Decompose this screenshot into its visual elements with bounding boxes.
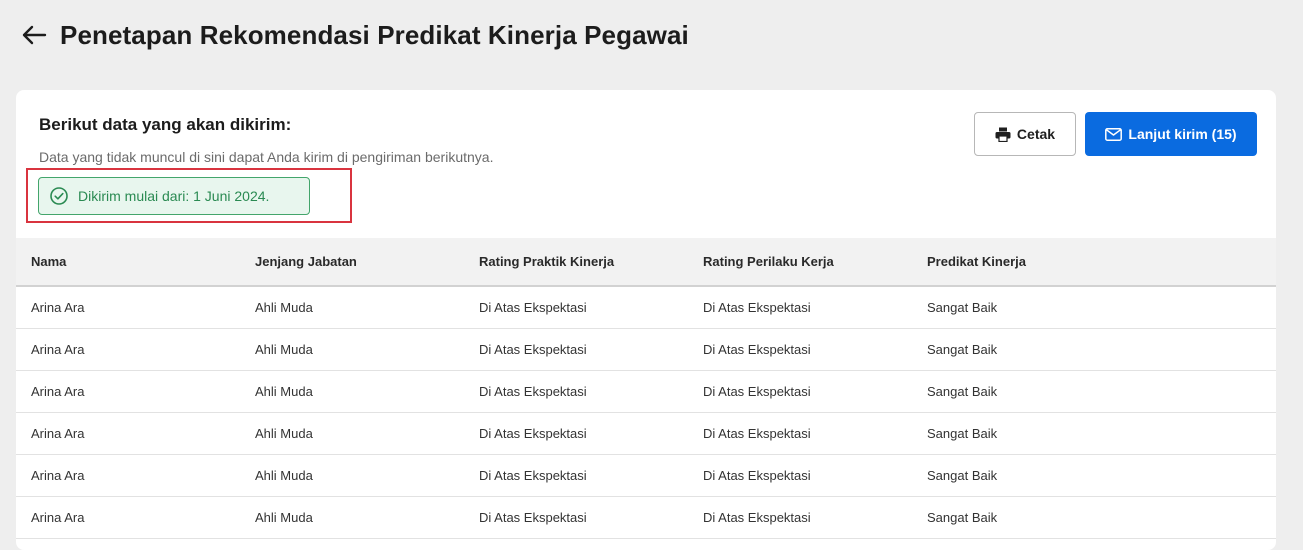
page-header: Penetapan Rekomendasi Predikat Kinerja P… — [20, 18, 689, 52]
print-button-label: Cetak — [1016, 126, 1056, 142]
column-header-nama: Nama — [16, 238, 240, 287]
cell-nama: Arina Ara — [16, 496, 240, 539]
table-row: Arina Ara Ahli Muda Di Atas Ekspektasi D… — [16, 454, 1276, 497]
cell-rating-praktik: Di Atas Ekspektasi — [464, 496, 688, 539]
cell-jenjang-jabatan: Ahli Muda — [240, 454, 464, 497]
cell-rating-praktik: Di Atas Ekspektasi — [464, 370, 688, 413]
back-button[interactable] — [20, 21, 48, 49]
check-circle-icon — [49, 186, 69, 206]
send-button[interactable]: Lanjut kirim (15) — [1085, 112, 1257, 156]
column-header-rating-praktik-kinerja: Rating Praktik Kinerja — [464, 238, 688, 287]
column-header-rating-perilaku-kerja: Rating Perilaku Kerja — [688, 238, 912, 287]
cell-nama: Arina Ara — [16, 412, 240, 455]
cell-predikat: Sangat Baik — [912, 496, 1276, 539]
cell-predikat: Sangat Baik — [912, 454, 1276, 497]
cell-rating-perilaku: Di Atas Ekspektasi — [688, 370, 912, 413]
cell-rating-praktik: Di Atas Ekspektasi — [464, 328, 688, 371]
cell-nama: Arina Ara — [16, 328, 240, 371]
cell-jenjang-jabatan: Ahli Muda — [240, 370, 464, 413]
print-button[interactable]: Cetak — [974, 112, 1076, 156]
table-header-row: Nama Jenjang Jabatan Rating Praktik Kine… — [16, 238, 1276, 287]
send-button-label: Lanjut kirim (15) — [1128, 126, 1237, 142]
cell-predikat: Sangat Baik — [912, 370, 1276, 413]
table-row: Arina Ara Ahli Muda Di Atas Ekspektasi D… — [16, 412, 1276, 455]
info-subtitle: Data yang tidak muncul di sini dapat And… — [39, 149, 494, 165]
table-row: Arina Ara Ahli Muda Di Atas Ekspektasi D… — [16, 328, 1276, 371]
info-title: Berikut data yang akan dikirim: — [39, 115, 292, 134]
cell-rating-perilaku: Di Atas Ekspektasi — [688, 454, 912, 497]
column-header-jenjang-jabatan: Jenjang Jabatan — [240, 238, 464, 287]
send-date-badge: Dikirim mulai dari: 1 Juni 2024. — [38, 177, 310, 215]
data-card: Berikut data yang akan dikirim: Data yan… — [16, 90, 1276, 550]
cell-rating-praktik: Di Atas Ekspektasi — [464, 286, 688, 329]
cell-rating-perilaku: Di Atas Ekspektasi — [688, 496, 912, 539]
cell-rating-praktik: Di Atas Ekspektasi — [464, 454, 688, 497]
data-table: Nama Jenjang Jabatan Rating Praktik Kine… — [16, 238, 1276, 539]
cell-jenjang-jabatan: Ahli Muda — [240, 328, 464, 371]
cell-nama: Arina Ara — [16, 454, 240, 497]
arrow-left-icon — [21, 24, 47, 46]
table-row: Arina Ara Ahli Muda Di Atas Ekspektasi D… — [16, 496, 1276, 539]
cell-predikat: Sangat Baik — [912, 328, 1276, 371]
cell-predikat: Sangat Baik — [912, 412, 1276, 455]
column-header-predikat-kinerja: Predikat Kinerja — [912, 238, 1276, 287]
cell-jenjang-jabatan: Ahli Muda — [240, 412, 464, 455]
table-row: Arina Ara Ahli Muda Di Atas Ekspektasi D… — [16, 370, 1276, 413]
send-date-text: Dikirim mulai dari: 1 Juni 2024. — [78, 188, 270, 204]
cell-nama: Arina Ara — [16, 370, 240, 413]
cell-nama: Arina Ara — [16, 286, 240, 329]
cell-jenjang-jabatan: Ahli Muda — [240, 496, 464, 539]
cell-rating-perilaku: Di Atas Ekspektasi — [688, 286, 912, 329]
printer-icon — [995, 127, 1011, 142]
cell-predikat: Sangat Baik — [912, 286, 1276, 329]
cell-rating-perilaku: Di Atas Ekspektasi — [688, 412, 912, 455]
cell-jenjang-jabatan: Ahli Muda — [240, 286, 464, 329]
mail-icon — [1105, 127, 1123, 141]
table-row: Arina Ara Ahli Muda Di Atas Ekspektasi D… — [16, 286, 1276, 329]
cell-rating-perilaku: Di Atas Ekspektasi — [688, 328, 912, 371]
page-title: Penetapan Rekomendasi Predikat Kinerja P… — [60, 19, 689, 50]
card-header: Berikut data yang akan dikirim: Data yan… — [16, 90, 1276, 238]
cell-rating-praktik: Di Atas Ekspektasi — [464, 412, 688, 455]
